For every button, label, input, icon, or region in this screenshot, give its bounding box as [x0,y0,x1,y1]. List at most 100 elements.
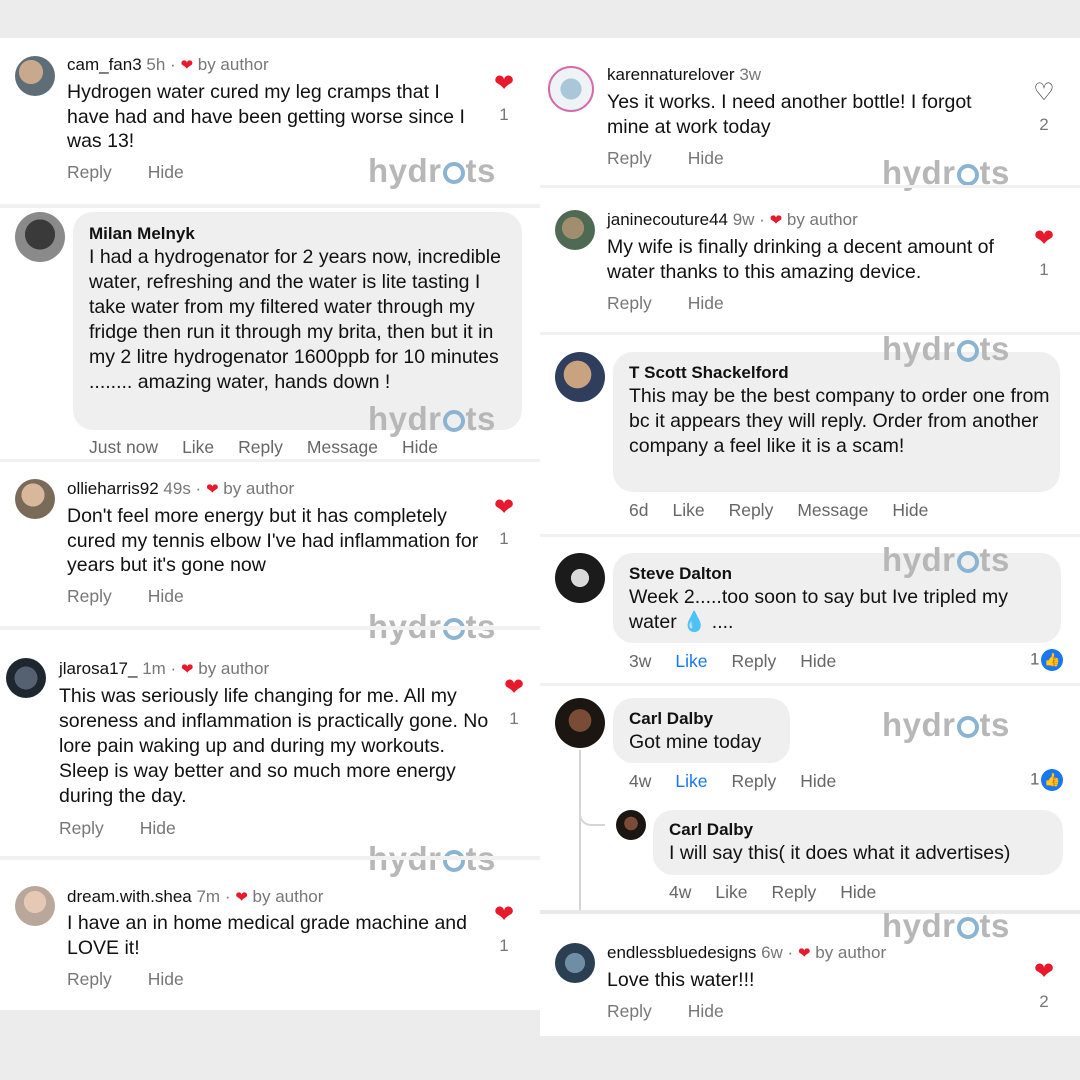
hide-button[interactable]: Hide [892,500,928,520]
hide-button[interactable]: Hide [148,969,184,989]
avatar[interactable] [548,66,594,112]
hide-button[interactable]: Hide [688,148,724,168]
message-button[interactable]: Message [797,500,868,520]
avatar[interactable] [15,886,55,926]
hide-button[interactable]: Hide [402,437,438,457]
hide-button[interactable]: Hide [688,293,724,313]
avatar[interactable] [555,553,605,603]
like-heart-icon[interactable]: ❤ [492,69,516,98]
username[interactable]: endlessbluedesigns [607,943,756,962]
reply-button[interactable]: Reply [731,651,776,671]
like-button[interactable]: Like [182,437,214,457]
reply-button[interactable]: Reply [607,148,652,168]
comment-text: Got mine today [629,731,762,753]
username[interactable]: ollieharris92 [67,479,159,498]
thread-line [579,750,581,910]
timestamp: 7m [196,887,221,906]
hide-button[interactable]: Hide [800,651,836,671]
commenter-name[interactable]: Carl Dalby [669,820,753,840]
avatar[interactable] [555,943,595,983]
avatar[interactable] [15,56,55,96]
comment-actions: 4w Like Reply Hide [669,882,900,903]
reply-button[interactable]: Reply [729,500,774,520]
like-button[interactable]: Like [715,882,747,902]
reply-button[interactable]: Reply [607,293,652,313]
commenter-name[interactable]: Milan Melnyk [89,224,195,244]
hide-button[interactable]: Hide [688,1001,724,1021]
comment-actions: Reply Hide [67,162,220,183]
comment-actions: 3w Like Reply Hide [629,651,860,672]
avatar[interactable] [15,479,55,519]
reply-button[interactable]: Reply [67,969,112,989]
comment-text: Week 2.....too soon to say but Ive tripl… [629,586,1008,633]
like-button[interactable]: Like [675,771,707,791]
username[interactable]: dream.with.shea [67,887,192,906]
by-author-label: by author [786,210,858,229]
comment-text: I had a hydrogenator for 2 years now, in… [89,246,501,393]
avatar[interactable] [555,698,605,748]
like-heart-icon[interactable]: ❤ [1032,224,1056,253]
comment-header: ollieharris92 49s · ❤ by author [67,479,295,498]
timestamp: 1m [142,659,166,678]
divider [540,185,1080,188]
like-count: 1 [509,709,519,728]
hide-button[interactable]: Hide [148,586,184,606]
like-heart-icon[interactable]: ❤ [492,493,516,522]
reply-button[interactable]: Reply [59,818,104,838]
timestamp: 3w [629,651,652,671]
commenter-name[interactable]: Steve Dalton [629,564,732,584]
like-heart-icon[interactable]: ❤ [502,673,526,702]
comment-text: Don't feel more energy but it has comple… [67,505,479,576]
reply-button[interactable]: Reply [731,771,776,791]
reply-button[interactable]: Reply [238,437,283,457]
avatar[interactable] [616,810,646,840]
username[interactable]: janinecouture44 [607,210,728,229]
reaction-count[interactable]: 1 👍 [1030,649,1064,671]
hide-button[interactable]: Hide [840,882,876,902]
author-heart-icon: ❤ [180,661,194,678]
comment-text: Yes it works. I need another bottle! I f… [607,91,972,138]
like-heart-icon[interactable]: ❤ [1032,957,1056,986]
divider [0,459,540,462]
hide-button[interactable]: Hide [800,771,836,791]
comment-text: This may be the best company to order on… [629,385,1050,457]
like-count: 1 [499,936,509,955]
timestamp: 49s [163,479,191,498]
avatar[interactable] [15,212,65,262]
timestamp: 5h [146,55,166,74]
timestamp: 3w [739,65,762,84]
username[interactable]: karennaturelover [607,65,735,84]
reply-button[interactable]: Reply [67,586,112,606]
reply-button[interactable]: Reply [607,1001,652,1021]
reply-button[interactable]: Reply [771,882,816,902]
username[interactable]: cam_fan3 [67,55,142,74]
author-heart-icon: ❤ [205,481,219,498]
message-button[interactable]: Message [307,437,378,457]
divider [540,534,1080,537]
comment-header: jlarosa17_ 1m · ❤ by author [59,659,270,678]
timestamp: 9w [732,210,755,229]
hide-button[interactable]: Hide [140,818,176,838]
commenter-name[interactable]: Carl Dalby [629,709,713,729]
avatar[interactable] [6,658,46,698]
comment-actions: Just now Like Reply Message Hide [89,437,462,458]
comment-actions: Reply Hide [607,1001,760,1022]
avatar[interactable] [555,352,605,402]
reaction-count[interactable]: 1 👍 [1030,769,1064,791]
left-screenshot-panel: cam_fan3 5h · ❤ by author Hydrogen water… [0,38,540,1010]
comment-actions: Reply Hide [67,969,220,990]
hide-button[interactable]: Hide [148,162,184,182]
like-button[interactable]: Like [672,500,704,520]
like-count: 1 [499,529,509,548]
hydrots-watermark: hydr ts [368,152,496,189]
username[interactable]: jlarosa17_ [59,659,137,678]
like-button[interactable]: Like [675,651,707,671]
like-heart-outline-icon[interactable]: ♡ [1032,78,1056,107]
comment-header: cam_fan3 5h · ❤ by author [67,55,269,74]
like-heart-icon[interactable]: ❤ [492,900,516,929]
avatar[interactable] [555,210,595,250]
comment-actions: 6d Like Reply Message Hide [629,500,952,521]
reply-button[interactable]: Reply [67,162,112,182]
timestamp: 6w [761,943,783,962]
commenter-name[interactable]: T Scott Shackelford [629,363,789,383]
